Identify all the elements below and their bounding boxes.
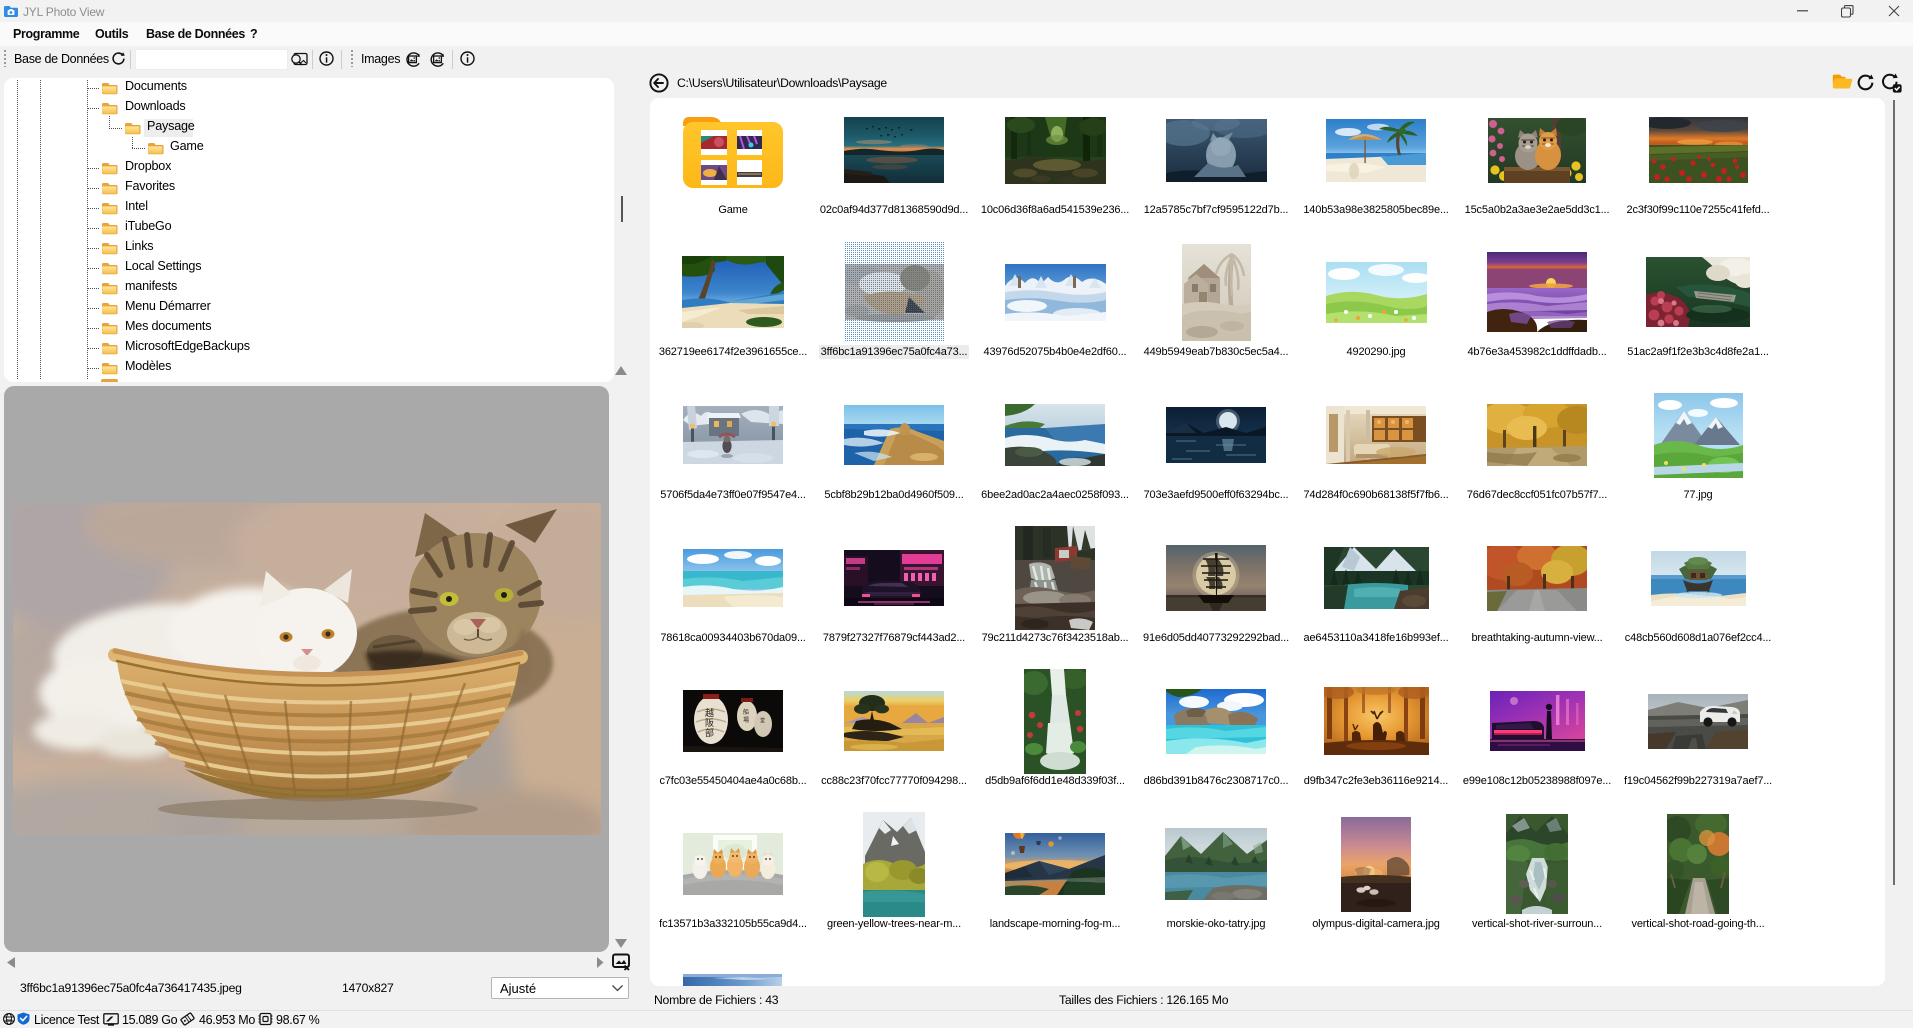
svg-text:船: 船 bbox=[743, 708, 749, 716]
svg-text:w: w bbox=[6, 1017, 11, 1022]
svg-text:阪: 阪 bbox=[705, 718, 714, 728]
svg-text:堂: 堂 bbox=[760, 717, 765, 724]
svg-text:越: 越 bbox=[705, 707, 714, 718]
svg-text:部: 部 bbox=[705, 727, 714, 738]
svg-text:場: 場 bbox=[743, 716, 749, 724]
